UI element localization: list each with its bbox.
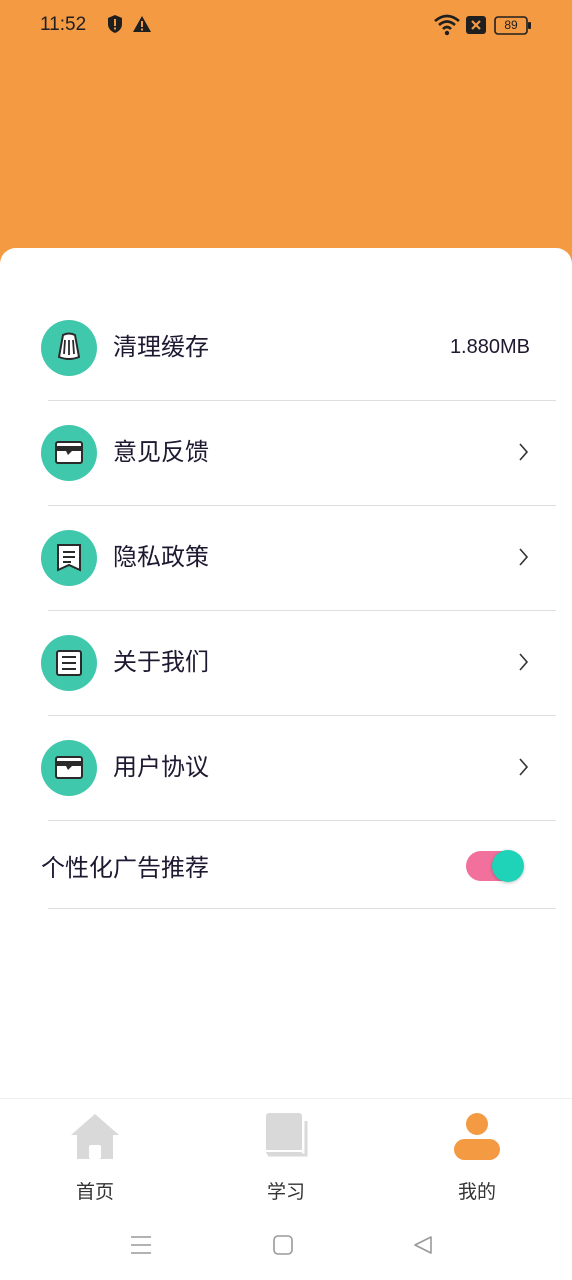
- system-nav-bar: [0, 1210, 572, 1280]
- menu-item-label: 用户协议: [113, 753, 209, 781]
- person-icon: [451, 1111, 503, 1167]
- personalized-ads-label: 个性化广告推荐: [41, 854, 209, 882]
- menu-item-feedback[interactable]: 意见反馈: [0, 401, 572, 506]
- settings-card: 清理缓存 1.880MB 意见反馈 隐私政策 关于我们 用户协议: [0, 248, 572, 1098]
- divider: [48, 908, 556, 909]
- menu-item-label: 关于我们: [113, 648, 209, 676]
- menu-icon[interactable]: [130, 1234, 152, 1260]
- menu-item-label: 清理缓存: [113, 333, 209, 361]
- bottom-tab-bar: 首页 学习 我的: [0, 1098, 572, 1210]
- home-icon: [69, 1111, 121, 1167]
- tab-label: 我的: [457, 1181, 496, 1203]
- menu-item-user-agreement[interactable]: 用户协议: [0, 716, 572, 821]
- personalized-ads-toggle[interactable]: [466, 850, 526, 883]
- status-bar: 11:52 89: [0, 0, 572, 52]
- back-triangle-icon[interactable]: [412, 1234, 434, 1260]
- tab-study[interactable]: 学习: [191, 1099, 381, 1211]
- menu-item-label: 隐私政策: [113, 543, 209, 571]
- shield-alert-icon: [106, 14, 124, 38]
- chevron-right-icon: [518, 756, 530, 782]
- battery-level: 89: [504, 18, 518, 32]
- chevron-right-icon: [518, 441, 530, 467]
- personalized-ads-row: 个性化广告推荐: [0, 820, 572, 910]
- feedback-icon: [41, 425, 97, 481]
- tab-mine[interactable]: 我的: [382, 1099, 572, 1211]
- book-icon: [262, 1111, 310, 1167]
- battery-icon: 89: [494, 16, 532, 35]
- about-document-icon: [41, 635, 97, 691]
- home-square-icon[interactable]: [272, 1234, 294, 1260]
- close-box-icon: [466, 16, 486, 38]
- broom-icon: [41, 320, 97, 376]
- status-time: 11:52: [40, 14, 87, 35]
- tab-label: 学习: [266, 1181, 305, 1203]
- chevron-right-icon: [518, 546, 530, 572]
- cache-size-value: 1.880MB: [449, 336, 530, 358]
- tab-label: 首页: [75, 1181, 114, 1203]
- toggle-knob: [492, 850, 524, 882]
- menu-item-privacy-policy[interactable]: 隐私政策: [0, 506, 572, 611]
- menu-item-about-us[interactable]: 关于我们: [0, 611, 572, 716]
- warning-icon: [132, 14, 152, 38]
- wifi-icon: [434, 14, 460, 40]
- tab-home[interactable]: 首页: [0, 1099, 190, 1211]
- agreement-icon: [41, 740, 97, 796]
- menu-item-label: 意见反馈: [113, 438, 209, 466]
- privacy-document-icon: [41, 530, 97, 586]
- menu-item-clear-cache[interactable]: 清理缓存 1.880MB: [0, 296, 572, 401]
- chevron-right-icon: [518, 651, 530, 677]
